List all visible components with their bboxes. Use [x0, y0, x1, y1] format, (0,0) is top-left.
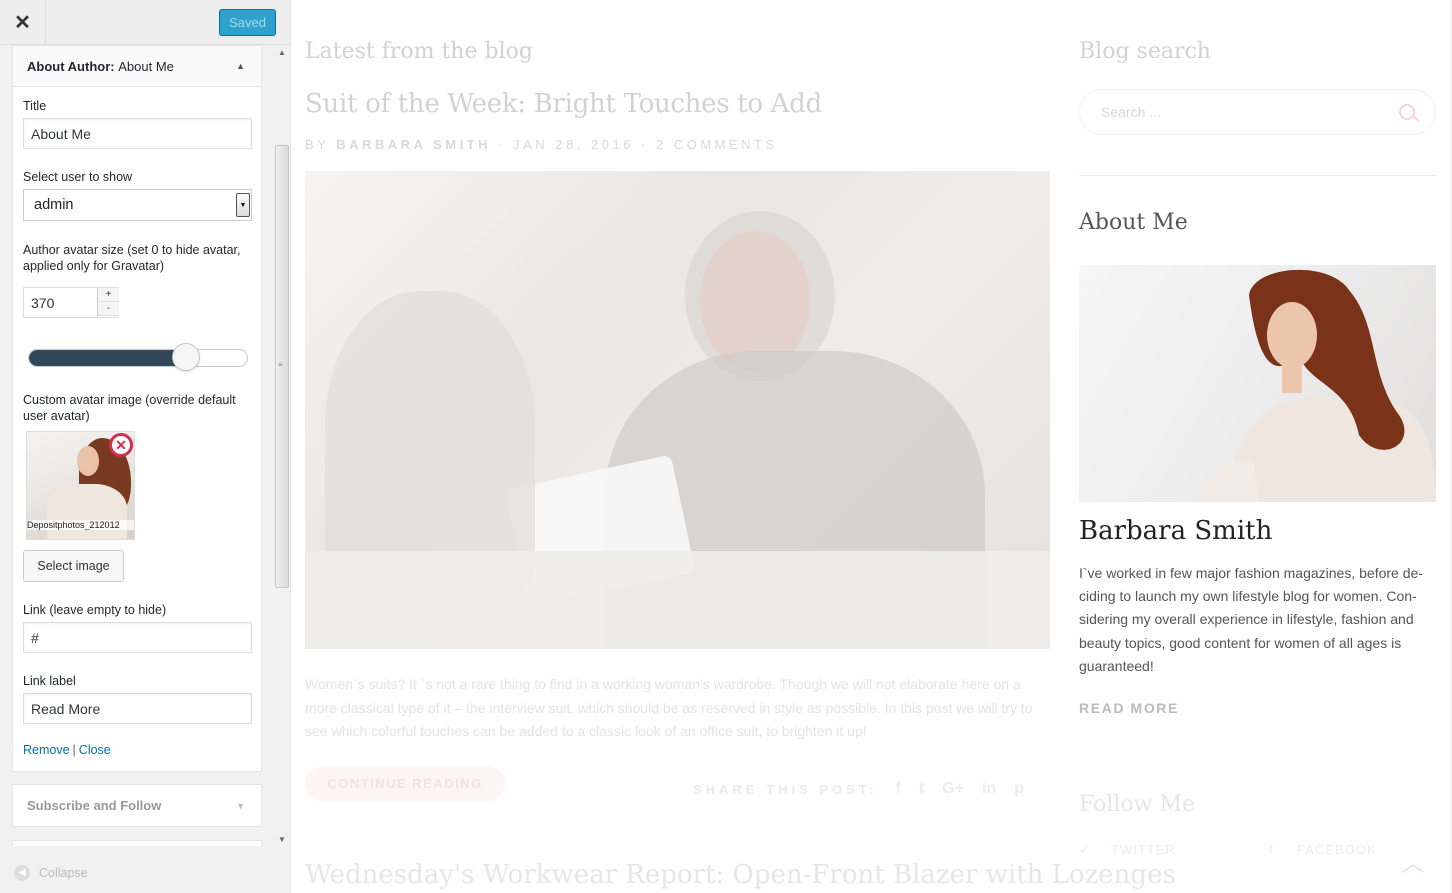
read-more-link[interactable]: READ MORE — [1079, 700, 1179, 716]
post-featured-image[interactable] — [305, 171, 1050, 649]
widget-actions: Remove | Close — [23, 743, 111, 757]
share-bar: SHARE THIS POST: f t G+ in p — [693, 780, 1024, 798]
subscribe-widget-header[interactable]: Subscribe and Follow ▼ — [12, 784, 262, 827]
customizer-header: ✕ Saved — [0, 0, 290, 45]
link-label-label: Link label — [23, 674, 76, 688]
select-image-button[interactable]: Select image — [23, 550, 124, 582]
post-meta: BY BARBARA SMITH · JAN 28, 2016 · 2 COMM… — [305, 137, 778, 152]
link-label: Link (leave empty to hide) — [23, 603, 167, 617]
avatar-size-slider[interactable] — [28, 349, 248, 367]
customizer-sidebar: ✕ Saved About Author: About Me ▲ Title A… — [0, 0, 291, 893]
author-bio: I`ve worked in few major fashion magazin… — [1079, 565, 1423, 674]
expand-arrow-icon[interactable]: ▼ — [236, 801, 245, 811]
close-customizer-button[interactable]: ✕ — [0, 0, 46, 45]
meta-by: BY — [305, 137, 330, 152]
search-icon[interactable] — [1399, 104, 1415, 120]
meta-author[interactable]: BARBARA SMITH — [336, 137, 491, 152]
search-placeholder: Search ... — [1101, 104, 1161, 120]
widget-title-bar[interactable]: About Author: About Me ▲ — [13, 46, 261, 87]
blog-search-input[interactable]: Search ... — [1079, 89, 1436, 135]
dropdown-arrow-icon[interactable]: ▼ — [236, 193, 250, 217]
collapse-icon: ◀ — [14, 864, 30, 881]
user-select-value: admin — [34, 197, 74, 213]
collapse-arrow-icon[interactable]: ▲ — [236, 61, 245, 71]
link-label-input[interactable]: Read More — [23, 693, 252, 724]
image-caption: Depositphotos_212012 — [27, 520, 134, 530]
custom-avatar-label: Custom avatar image (override default us… — [23, 393, 236, 423]
about-author-widget: About Author: About Me ▲ Title About Me … — [12, 45, 262, 772]
search-heading: Blog search — [1079, 39, 1211, 64]
facebook-follow-link[interactable]: FACEBOOK — [1297, 842, 1377, 857]
sidebar-divider — [1079, 175, 1436, 176]
avatar-size-stepper[interactable]: + - — [97, 288, 119, 317]
scroll-down-arrow-icon[interactable]: ▼ — [278, 835, 286, 844]
saved-button[interactable]: Saved — [219, 9, 276, 36]
remove-link[interactable]: Remove — [23, 743, 70, 757]
continue-reading-button[interactable]: CONTINUE READING — [305, 766, 505, 801]
collapse-label: Collapse — [39, 865, 88, 880]
title-input[interactable]: About Me — [23, 118, 252, 149]
meta-date: JAN 28, 2016 — [513, 137, 634, 152]
facebook-icon[interactable]: f — [896, 780, 901, 798]
twitter-follow-icon[interactable]: ✓ — [1079, 842, 1091, 858]
linkedin-icon[interactable]: in — [982, 780, 996, 798]
facebook-follow-icon[interactable]: f — [1269, 842, 1274, 857]
user-select[interactable]: admin ▼ — [23, 189, 252, 221]
pinterest-icon[interactable]: p — [1014, 780, 1024, 798]
link-input[interactable]: # — [23, 622, 252, 653]
separator: | — [72, 743, 76, 757]
meta-separator: · — [641, 137, 649, 152]
collapse-button[interactable]: ◀ Collapse — [0, 852, 290, 893]
site-preview: Latest from the blog Suit of the Week: B… — [291, 0, 1452, 893]
post-title[interactable]: Suit of the Week: Bright Touches to Add — [305, 89, 822, 119]
user-select-label: Select user to show — [23, 170, 133, 184]
next-post-title[interactable]: Wednesday's Workwear Report: Open-Front … — [305, 860, 1176, 890]
slider-fill — [29, 350, 188, 366]
close-icon: ✕ — [14, 12, 31, 34]
author-photo — [1079, 265, 1436, 502]
meta-comments[interactable]: 2 COMMENTS — [656, 137, 778, 152]
avatar-size-label: Author avatar size (set 0 to hide avatar… — [23, 243, 241, 273]
twitter-icon[interactable]: t — [919, 780, 924, 798]
post-excerpt: Women`s suits? It `s not a rare thing to… — [305, 676, 1033, 739]
follow-heading: Follow Me — [1079, 792, 1195, 817]
widget-title-prefix: About Author: — [27, 58, 115, 74]
close-link[interactable]: Close — [79, 743, 111, 757]
share-label: SHARE THIS POST: — [693, 781, 878, 797]
about-heading: About Me — [1079, 210, 1188, 235]
scrollbar-grip-icon: ≡ — [278, 360, 283, 369]
subscribe-widget-title: Subscribe and Follow — [27, 798, 162, 813]
title-label: Title — [23, 99, 47, 113]
meta-separator: · — [498, 137, 506, 152]
blog-section-heading: Latest from the blog — [305, 39, 533, 64]
remove-image-icon[interactable]: ✕ — [109, 433, 133, 457]
google-plus-icon[interactable]: G+ — [942, 780, 964, 798]
widget-title-name: About Me — [118, 58, 174, 74]
scroll-up-arrow-icon[interactable]: ▲ — [278, 48, 286, 57]
author-name: Barbara Smith — [1079, 516, 1273, 546]
scroll-to-top-icon[interactable]: ︿ — [1401, 843, 1425, 878]
twitter-follow-link[interactable]: TWITTER — [1111, 842, 1176, 857]
next-widget-edge — [12, 840, 262, 846]
increment-button[interactable]: + — [98, 288, 119, 302]
decrement-button[interactable]: - — [98, 302, 119, 316]
